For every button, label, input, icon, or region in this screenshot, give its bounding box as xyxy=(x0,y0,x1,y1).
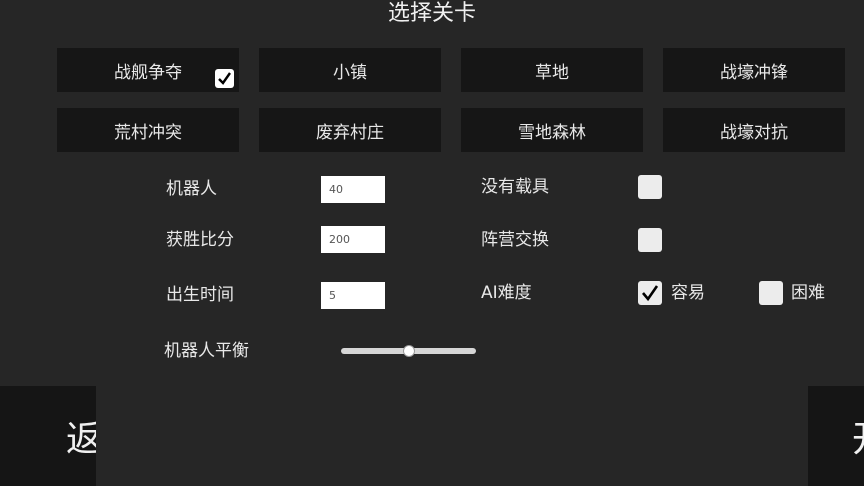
level-button-3[interactable]: 战壕冲锋 xyxy=(663,48,845,92)
level-label: 战舰争夺 xyxy=(114,62,182,83)
level-button-0[interactable]: 战舰争夺 xyxy=(57,48,239,92)
start-button-label: 开始 xyxy=(852,410,864,462)
spawn-time-input[interactable] xyxy=(321,282,385,309)
selected-check-icon xyxy=(215,69,234,88)
start-button[interactable]: 开始 xyxy=(808,386,864,486)
level-label: 小镇 xyxy=(333,62,367,83)
swap-factions-checkbox[interactable] xyxy=(638,228,662,252)
back-button[interactable]: 返回 xyxy=(0,386,96,486)
level-button-5[interactable]: 废弃村庄 xyxy=(259,108,441,152)
level-button-6[interactable]: 雪地森林 xyxy=(461,108,643,152)
page-title: 选择关卡 xyxy=(387,1,476,26)
level-label: 战壕对抗 xyxy=(720,122,788,143)
no-vehicles-label: 没有载具 xyxy=(481,177,549,197)
level-button-2[interactable]: 草地 xyxy=(461,48,643,92)
level-label: 草地 xyxy=(535,62,569,83)
level-button-4[interactable]: 荒村冲突 xyxy=(57,108,239,152)
win-score-label: 获胜比分 xyxy=(166,230,234,250)
bot-balance-label: 机器人平衡 xyxy=(164,341,249,361)
ai-easy-label: 容易 xyxy=(671,283,705,303)
ai-difficulty-label: AI难度 xyxy=(481,283,532,303)
level-label: 雪地森林 xyxy=(518,122,586,143)
spawn-time-label: 出生时间 xyxy=(166,285,234,305)
level-label: 荒村冲突 xyxy=(114,122,182,143)
no-vehicles-checkbox[interactable] xyxy=(638,175,662,199)
win-score-input[interactable] xyxy=(321,226,385,253)
level-label: 废弃村庄 xyxy=(316,122,384,143)
swap-factions-label: 阵营交换 xyxy=(481,230,549,250)
bot-balance-slider[interactable] xyxy=(341,344,476,358)
level-button-7[interactable]: 战壕对抗 xyxy=(663,108,845,152)
ai-hard-label: 困难 xyxy=(791,283,825,303)
level-select-screen: 选择关卡 战舰争夺 小镇 草地 战壕冲锋 荒村冲突 废弃村庄 雪地森林 战壕对抗… xyxy=(0,0,864,486)
bots-input[interactable] xyxy=(321,176,385,203)
slider-thumb[interactable] xyxy=(403,346,414,356)
level-label: 战壕冲锋 xyxy=(720,62,788,83)
level-button-1[interactable]: 小镇 xyxy=(259,48,441,92)
bots-label: 机器人 xyxy=(166,179,217,199)
back-button-label: 返回 xyxy=(65,419,96,460)
ai-hard-checkbox[interactable] xyxy=(759,281,783,305)
check-icon xyxy=(642,285,659,302)
ai-easy-checkbox[interactable] xyxy=(638,281,662,305)
